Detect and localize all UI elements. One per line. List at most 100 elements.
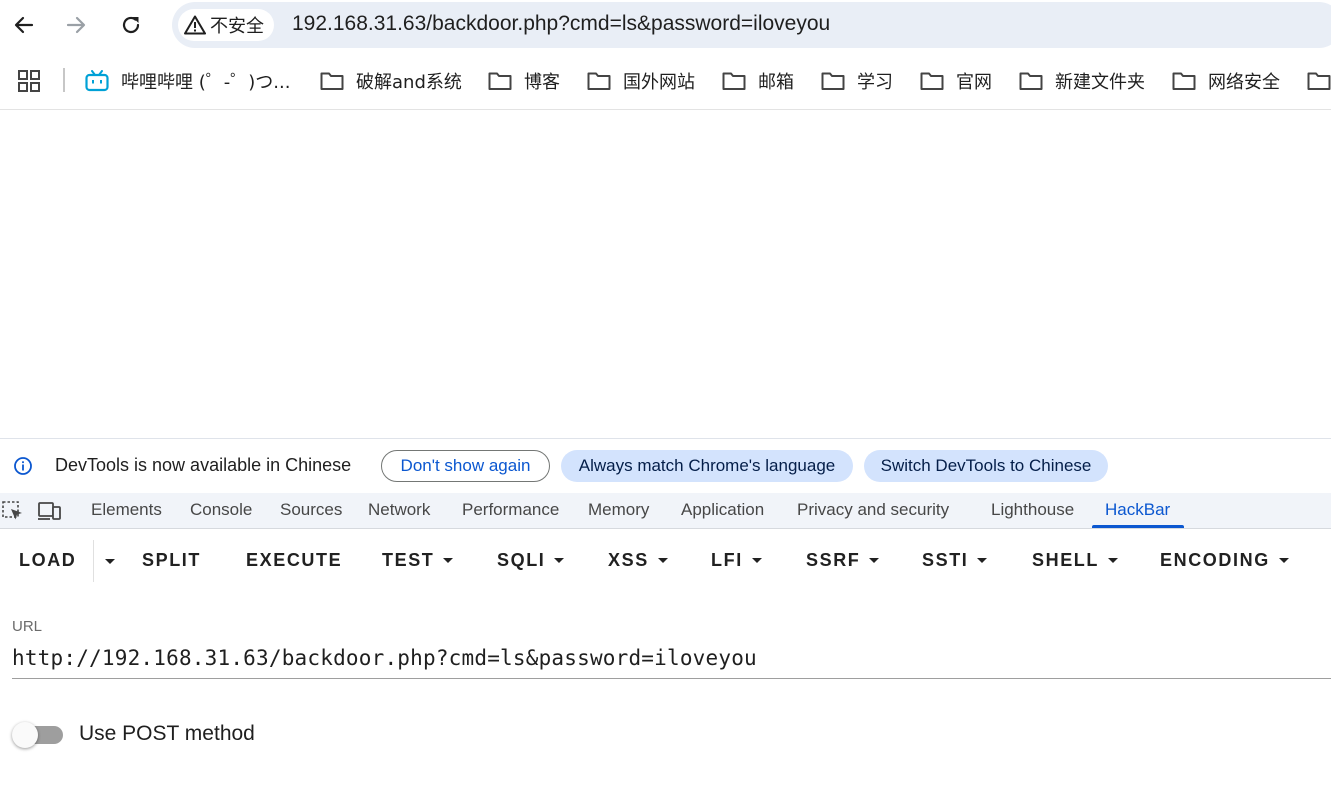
warning-icon — [184, 15, 206, 35]
post-method-label: Use POST method — [79, 722, 255, 745]
reload-icon — [122, 16, 140, 34]
tab-network[interactable]: Network — [368, 500, 430, 520]
load-label: LOAD — [19, 550, 77, 570]
sqli-menu-button[interactable]: SQLI — [497, 550, 565, 571]
chevron-down-icon — [869, 558, 880, 563]
bookmark-label: 博客 — [524, 72, 560, 93]
back-arrow-icon — [14, 16, 34, 34]
execute-label: EXECUTE — [246, 550, 343, 570]
security-chip[interactable]: 不安全 — [178, 9, 274, 41]
tab-application[interactable]: Application — [681, 500, 764, 520]
bookmark-folder[interactable]: 官网 — [920, 68, 992, 94]
tab-elements[interactable]: Elements — [91, 500, 162, 520]
address-url[interactable]: 192.168.31.63/backdoor.php?cmd=ls&passwo… — [292, 12, 830, 36]
tab-privacy-security[interactable]: Privacy and security — [797, 500, 949, 520]
folder-icon — [1172, 72, 1196, 90]
folder-icon — [920, 72, 944, 90]
folder-icon — [320, 72, 344, 90]
bookmark-folder[interactable]: 博客 — [488, 68, 560, 94]
tab-hackbar[interactable]: HackBar — [1105, 500, 1170, 520]
bookmark-folder-overflow[interactable] — [1307, 68, 1331, 94]
dont-show-again-button[interactable]: Don't show again — [381, 450, 550, 482]
ssti-menu-button[interactable]: SSTI — [922, 550, 988, 571]
folder-icon — [821, 72, 845, 90]
load-split-divider — [93, 540, 94, 582]
tab-performance[interactable]: Performance — [462, 500, 559, 520]
bookmark-folder[interactable]: 破解and系统 — [320, 68, 462, 94]
bookmark-label: 新建文件夹 — [1055, 72, 1145, 93]
tab-lighthouse[interactable]: Lighthouse — [991, 500, 1074, 520]
url-field-underline — [12, 678, 1331, 679]
split-label: SPLIT — [142, 550, 202, 570]
switch-to-chinese-button[interactable]: Switch DevTools to Chinese — [864, 450, 1108, 482]
lfi-menu-button[interactable]: LFI — [711, 550, 762, 571]
infobar-message: DevTools is now available in Chinese — [55, 455, 352, 475]
chevron-down-icon — [554, 558, 565, 563]
tab-sources[interactable]: Sources — [280, 500, 342, 520]
chevron-down-icon — [657, 558, 668, 563]
test-menu-button[interactable]: TEST — [382, 550, 454, 571]
ssrf-menu-button[interactable]: SSRF — [806, 550, 880, 571]
bookmark-label: 官网 — [956, 72, 992, 93]
device-toolbar-button[interactable] — [38, 501, 62, 526]
chevron-down-icon — [1108, 558, 1119, 563]
shell-label: SHELL — [1032, 550, 1100, 570]
bilibili-icon — [85, 70, 109, 92]
bookmark-label: 破解and系统 — [356, 72, 462, 93]
url-field-label: URL — [12, 618, 43, 635]
xss-menu-button[interactable]: XSS — [608, 550, 668, 571]
bookmark-label: 学习 — [857, 72, 893, 93]
execute-button[interactable]: EXECUTE — [246, 550, 342, 571]
forward-arrow-icon — [66, 16, 86, 34]
inspect-icon — [2, 501, 22, 520]
xss-label: XSS — [608, 550, 649, 570]
load-button[interactable]: LOAD — [19, 550, 76, 571]
lfi-label: LFI — [711, 550, 743, 570]
info-icon — [13, 456, 33, 481]
shell-menu-button[interactable]: SHELL — [1032, 550, 1119, 571]
active-tab-indicator — [1092, 525, 1184, 528]
page-viewport — [0, 111, 1331, 438]
bookmarks-separator — [63, 68, 65, 92]
test-label: TEST — [382, 550, 435, 570]
chevron-down-icon — [443, 558, 454, 563]
bookmark-folder[interactable]: 邮箱 — [722, 68, 794, 94]
encoding-label: ENCODING — [1160, 550, 1270, 570]
always-match-language-button[interactable]: Always match Chrome's language — [561, 450, 853, 482]
apps-button[interactable] — [18, 70, 40, 97]
forward-button[interactable] — [60, 9, 92, 41]
bookmark-label: 邮箱 — [758, 72, 794, 93]
device-toggle-icon — [38, 502, 61, 520]
folder-icon — [587, 72, 611, 90]
bookmark-label: 网络安全 — [1208, 72, 1280, 93]
tab-memory[interactable]: Memory — [588, 500, 649, 520]
tab-console[interactable]: Console — [190, 500, 252, 520]
bookmark-label: 国外网站 — [623, 72, 695, 93]
encoding-menu-button[interactable]: ENCODING — [1160, 550, 1289, 571]
chevron-down-icon — [751, 558, 762, 563]
folder-icon — [1307, 72, 1331, 90]
split-button[interactable]: SPLIT — [142, 550, 201, 571]
ssti-label: SSTI — [922, 550, 969, 570]
back-button[interactable] — [8, 9, 40, 41]
bookmark-label: 哔哩哔哩 (゜-゜)つ... — [121, 72, 291, 93]
toggle-knob[interactable] — [12, 722, 38, 748]
chevron-down-icon — [105, 558, 115, 564]
bookmark-folder[interactable]: 新建文件夹 — [1019, 68, 1145, 94]
load-dropdown-button[interactable] — [96, 550, 115, 572]
inspect-element-button[interactable] — [2, 501, 24, 526]
sqli-label: SQLI — [497, 550, 546, 570]
ssrf-label: SSRF — [806, 550, 861, 570]
folder-icon — [488, 72, 512, 90]
reload-button[interactable] — [115, 9, 147, 41]
bookmark-folder[interactable]: 国外网站 — [587, 68, 695, 94]
url-field-input[interactable]: http://192.168.31.63/backdoor.php?cmd=ls… — [12, 646, 757, 670]
security-label: 不安全 — [210, 16, 264, 37]
bookmark-folder[interactable]: 学习 — [821, 68, 893, 94]
folder-icon — [722, 72, 746, 90]
chevron-down-icon — [977, 558, 988, 563]
bookmark-bilibili[interactable]: 哔哩哔哩 (゜-゜)つ... — [85, 68, 290, 94]
folder-icon — [1019, 72, 1043, 90]
bookmark-folder[interactable]: 网络安全 — [1172, 68, 1280, 94]
chevron-down-icon — [1278, 558, 1289, 563]
